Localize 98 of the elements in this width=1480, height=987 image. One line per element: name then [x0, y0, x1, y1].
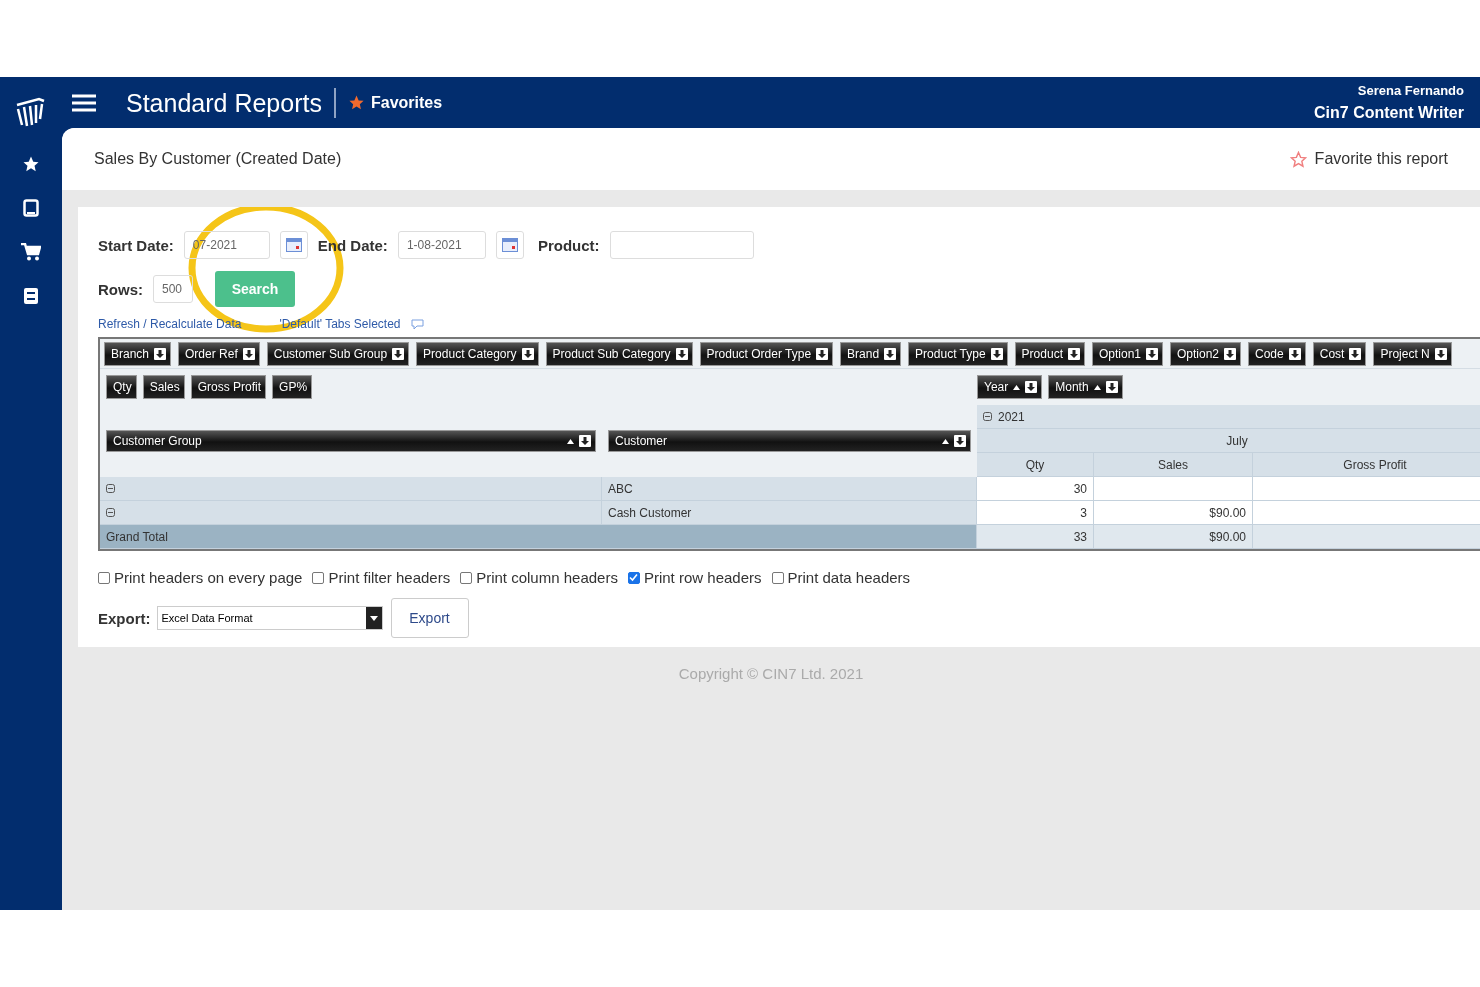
dropdown-icon	[1105, 381, 1118, 393]
sort-icon	[1093, 384, 1101, 390]
column-header: Sales	[1094, 453, 1253, 477]
filter-field-button[interactable]: Option2	[1170, 342, 1242, 366]
dropdown-icon	[1146, 348, 1158, 360]
data-field-button[interactable]: Qty	[106, 375, 137, 399]
checkbox-label: Print headers on every page	[114, 569, 303, 586]
menu-icon[interactable]	[72, 93, 96, 112]
filter-field-button[interactable]: Project N	[1373, 342, 1452, 366]
copyright-text: Copyright © CIN7 Ltd. 2021	[677, 665, 865, 682]
filter-field-button[interactable]: Product Order Type	[699, 342, 834, 366]
star-icon	[347, 94, 365, 111]
field-label: Product:	[537, 236, 600, 254]
dropdown-icon	[1349, 348, 1362, 360]
dropdown-icon	[1067, 348, 1080, 360]
calendar-button[interactable]	[279, 231, 308, 259]
filter-field-button[interactable]: Order Ref	[178, 342, 260, 366]
collapse-icon[interactable]	[983, 412, 992, 421]
table-cell: 30	[977, 477, 1094, 501]
data-field-button[interactable]: Gross Profit	[190, 375, 267, 399]
checkbox-label: Print row headers	[643, 569, 762, 586]
year-header: 2021	[977, 405, 1480, 429]
data-field-button[interactable]: Sales	[142, 375, 185, 399]
filter-field-button[interactable]: Brand	[840, 342, 902, 366]
checkbox[interactable]	[312, 571, 325, 584]
user-role: Cin7 Content Writer	[1314, 104, 1464, 122]
dropdown-icon	[579, 435, 591, 447]
dropdown-icon	[1025, 381, 1038, 393]
page-title: Standard Reports	[126, 87, 336, 118]
column-header: Qty	[977, 453, 1094, 477]
filter-field-button[interactable]: Branch	[104, 342, 172, 366]
filter-field-button[interactable]: Customer Sub Group	[266, 342, 410, 366]
checkbox[interactable]	[771, 571, 784, 584]
data-field-button[interactable]: GP%	[272, 375, 313, 399]
calendar-icon	[285, 238, 302, 252]
table-cell: $90.00	[1094, 525, 1253, 549]
report-title: Sales By Customer (Created Date)	[94, 150, 342, 168]
star-icon[interactable]	[22, 155, 40, 173]
dropdown-icon	[1434, 348, 1447, 360]
dropdown-icon	[884, 348, 897, 360]
table-cell: Cash Customer	[602, 501, 977, 525]
dropdown-icon	[1224, 348, 1237, 360]
product-field[interactable]	[609, 231, 754, 259]
dropdown-icon	[154, 348, 167, 360]
column-field-button[interactable]: Year	[977, 375, 1043, 399]
table-cell: $90.00	[1094, 501, 1253, 525]
export-format-select[interactable]: Excel Data Format	[156, 606, 383, 630]
cart-icon[interactable]	[21, 243, 41, 261]
checkbox-label: Print data headers	[787, 569, 911, 586]
filter-field-button[interactable]: Product Category	[416, 342, 539, 366]
favorite-report-link[interactable]: Favorite this report	[1289, 150, 1448, 168]
field-label: Export:	[98, 609, 151, 627]
field-label: Rows:	[98, 280, 143, 298]
collapse-icon[interactable]	[106, 508, 115, 517]
filter-field-button[interactable]: Option1	[1091, 342, 1163, 366]
checkbox-label: Print column headers	[476, 569, 618, 586]
filter-field-button[interactable]: Cost	[1312, 342, 1367, 366]
dropdown-icon	[242, 348, 255, 360]
dropdown-icon	[521, 348, 534, 360]
user-name: Serena Fernando	[1357, 83, 1464, 98]
star-outline-icon	[1289, 150, 1307, 168]
favorites-link[interactable]: Favorites	[370, 93, 443, 112]
dropdown-icon	[954, 435, 966, 447]
month-header: July	[977, 429, 1480, 453]
filter-field-button[interactable]: Product Sub Category	[545, 342, 693, 366]
calendar-icon	[501, 238, 518, 252]
sort-icon	[1013, 384, 1021, 390]
dropdown-icon	[816, 348, 829, 360]
row-field-button[interactable]: Customer Group	[106, 430, 596, 452]
checkbox[interactable]	[98, 571, 110, 584]
filter-field-button[interactable]: Product Type	[908, 342, 1008, 366]
export-button[interactable]: Export	[390, 598, 469, 638]
column-field-button[interactable]: Month	[1048, 375, 1123, 399]
dropdown-icon	[392, 348, 405, 360]
rows-field[interactable]: 500	[153, 275, 193, 303]
calendar-button[interactable]	[495, 231, 524, 259]
column-header: Gross Profit	[1253, 453, 1480, 477]
tablet-icon[interactable]	[23, 199, 39, 217]
dropdown-icon	[1288, 348, 1301, 360]
sort-icon	[567, 438, 574, 444]
filter-field-button[interactable]: Product	[1014, 342, 1085, 366]
collapse-icon[interactable]	[106, 484, 115, 493]
dropdown-icon	[675, 348, 688, 360]
checkbox[interactable]	[627, 571, 640, 584]
book-icon[interactable]	[23, 287, 39, 305]
filter-field-button[interactable]: Code	[1248, 342, 1306, 366]
end-date-field[interactable]: 1-08-2021	[397, 231, 486, 259]
table-cell: 33	[977, 525, 1094, 549]
table-cell: 3	[977, 501, 1094, 525]
grand-total-label: Grand Total	[100, 525, 977, 549]
sort-icon	[942, 438, 949, 444]
checkbox[interactable]	[460, 571, 473, 584]
table-cell: ABC	[602, 477, 977, 501]
row-field-button[interactable]: Customer	[608, 430, 971, 452]
dropdown-icon	[365, 607, 382, 629]
field-label: Start Date:	[98, 236, 174, 254]
checkbox-label: Print filter headers	[328, 569, 451, 586]
dropdown-icon	[990, 348, 1003, 360]
